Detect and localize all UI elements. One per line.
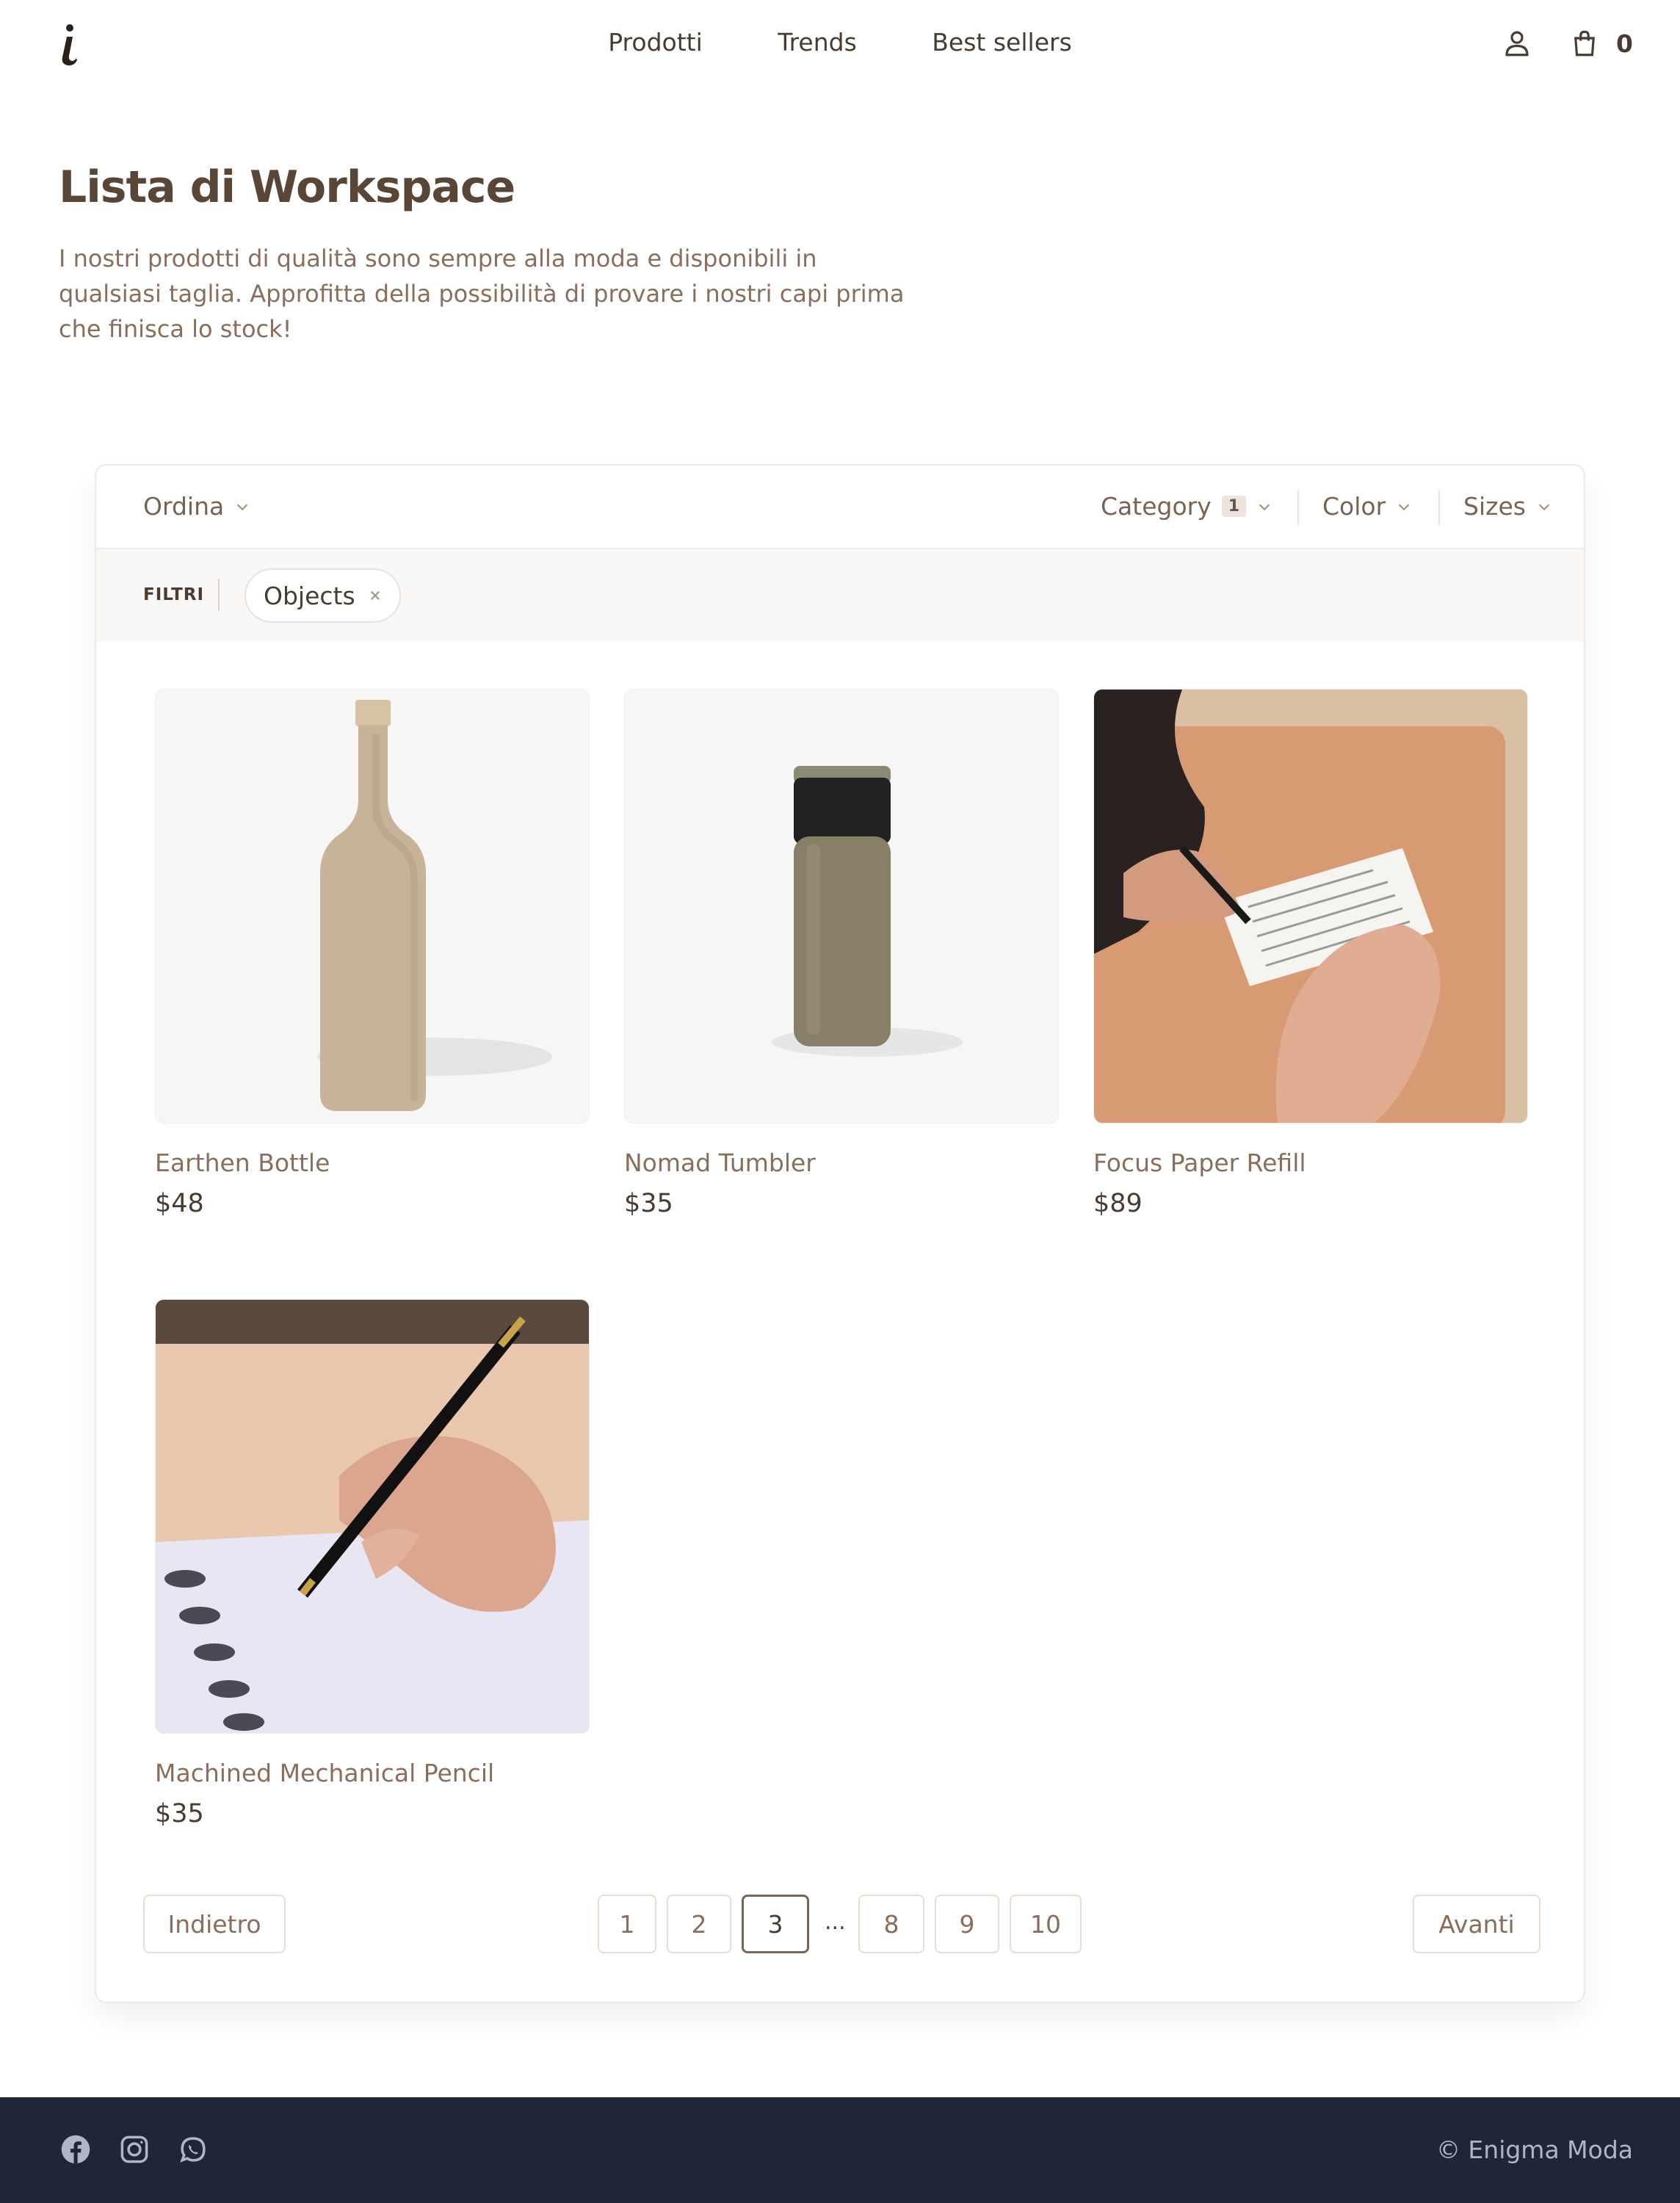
product-price: $48 <box>155 1189 204 1218</box>
sizes-label: Sizes <box>1463 492 1526 521</box>
page-button-3-current[interactable]: 3 <box>742 1895 809 1953</box>
color-label: Color <box>1322 492 1386 521</box>
chevron-down-icon <box>1538 503 1550 510</box>
product-name[interactable]: Focus Paper Refill <box>1093 1148 1528 1177</box>
page-description: I nostri prodotti di qualità sono sempre… <box>59 245 905 343</box>
copyright-text: © Enigma Moda <box>1435 2135 1633 2164</box>
product-image[interactable] <box>155 1299 590 1734</box>
previous-page-button[interactable]: Indietro <box>143 1895 286 1953</box>
page-button-9[interactable]: 9 <box>935 1895 999 1953</box>
product-name[interactable]: Machined Mechanical Pencil <box>155 1759 590 1787</box>
product-price: $89 <box>1093 1189 1143 1218</box>
pagination-ellipsis: ... <box>825 1909 846 1935</box>
product-image[interactable] <box>155 689 590 1124</box>
social-links <box>60 2134 209 2165</box>
nav-item-prodotti[interactable]: Prodotti <box>608 28 703 57</box>
filter-chip-objects[interactable]: Objects <box>245 568 401 623</box>
filter-chip-label: Objects <box>264 581 355 610</box>
site-header: Prodotti Trends Best sellers 0 <box>0 0 1680 95</box>
product-list-panel: Ordina Category 1 Color Sizes FILTRI Obj… <box>95 464 1585 2003</box>
product-image[interactable] <box>624 689 1059 1124</box>
sizes-dropdown[interactable]: Sizes <box>1463 492 1552 521</box>
site-footer: © Enigma Moda <box>0 2097 1680 2203</box>
header-actions: 0 <box>1502 28 1633 59</box>
product-name[interactable]: Nomad Tumbler <box>624 1148 1059 1177</box>
page-title: Lista di Workspace <box>59 162 515 213</box>
page-button-10[interactable]: 10 <box>1010 1895 1082 1953</box>
cart-count[interactable]: 0 <box>1616 29 1633 58</box>
shopping-bag-icon[interactable] <box>1569 28 1600 59</box>
page-button-1[interactable]: 1 <box>598 1895 656 1953</box>
machined-mechanical-pencil-image <box>156 1300 589 1733</box>
nav-item-best-sellers[interactable]: Best sellers <box>932 28 1071 57</box>
category-label: Category <box>1101 492 1212 521</box>
page-button-8[interactable]: 8 <box>858 1895 924 1953</box>
facebook-icon[interactable] <box>60 2134 91 2165</box>
page-button-2[interactable]: 2 <box>667 1895 731 1953</box>
chevron-down-icon <box>1259 503 1270 510</box>
chevron-down-icon <box>1398 503 1410 510</box>
active-filters-bar: FILTRI Objects <box>96 549 1584 642</box>
main-nav: Prodotti Trends Best sellers <box>0 28 1680 57</box>
product-price: $35 <box>624 1189 673 1218</box>
product-card[interactable]: Earthen Bottle $48 <box>155 689 590 1218</box>
toolbar-divider <box>1297 489 1299 526</box>
sort-dropdown[interactable]: Ordina <box>143 492 250 521</box>
product-image[interactable] <box>1093 689 1528 1124</box>
focus-paper-refill-image <box>1094 690 1527 1123</box>
product-price: $35 <box>155 1799 204 1828</box>
category-count-badge: 1 <box>1221 496 1247 517</box>
nav-item-trends[interactable]: Trends <box>778 28 857 57</box>
color-dropdown[interactable]: Color <box>1322 492 1412 521</box>
instagram-icon[interactable] <box>119 2134 150 2165</box>
product-card[interactable]: Nomad Tumbler $35 <box>624 689 1059 1218</box>
nomad-tumbler-image <box>625 690 1058 1123</box>
next-page-button[interactable]: Avanti <box>1413 1895 1540 1953</box>
product-card[interactable]: Machined Mechanical Pencil $35 <box>155 1299 590 1828</box>
filters-label: FILTRI <box>143 585 205 604</box>
chevron-down-icon <box>236 503 248 510</box>
toolbar-divider <box>1438 489 1440 526</box>
product-name[interactable]: Earthen Bottle <box>155 1148 590 1177</box>
close-icon[interactable] <box>369 589 382 602</box>
category-dropdown[interactable]: Category 1 <box>1101 492 1272 521</box>
user-icon[interactable] <box>1502 28 1532 59</box>
filters-divider <box>218 579 220 611</box>
whatsapp-icon[interactable] <box>178 2134 209 2165</box>
earthen-bottle-image <box>156 690 589 1123</box>
filter-toolbar: Ordina Category 1 Color Sizes <box>96 466 1584 549</box>
product-card[interactable]: Focus Paper Refill $89 <box>1093 689 1528 1218</box>
sort-label: Ordina <box>143 492 225 521</box>
